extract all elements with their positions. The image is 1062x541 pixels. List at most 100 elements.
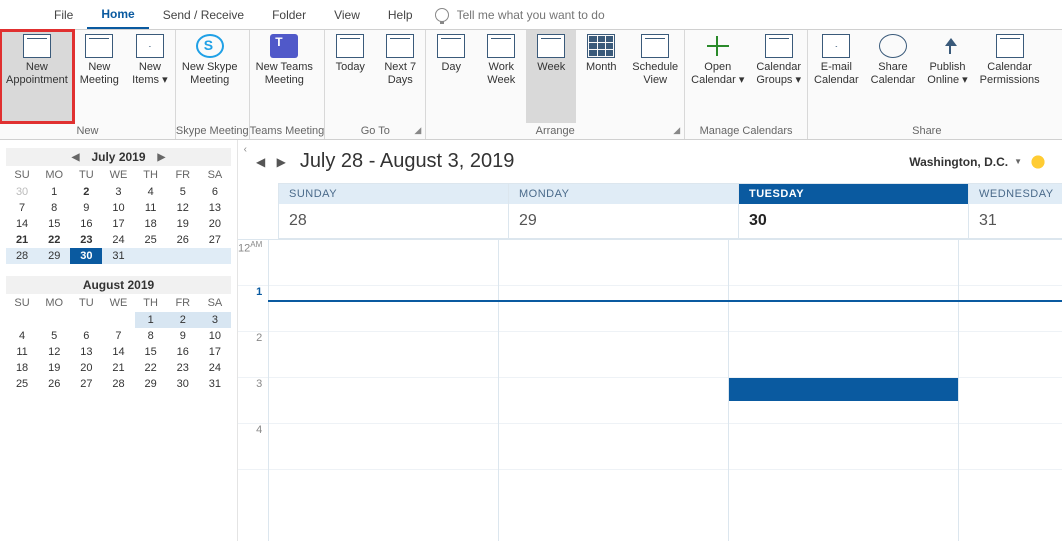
mini-day[interactable]: 17 (102, 216, 134, 232)
schedule-view-button[interactable]: Schedule View (626, 30, 684, 123)
mini-day[interactable]: 7 (6, 200, 38, 216)
tab-file[interactable]: File (40, 2, 87, 28)
mini-day[interactable]: 30 (70, 248, 102, 264)
mini-day[interactable]: 12 (38, 344, 70, 360)
tab-view[interactable]: View (320, 2, 374, 28)
prev-month[interactable]: ◀ (66, 152, 86, 163)
goto-launcher[interactable]: ◢ (414, 125, 421, 136)
mini-day[interactable]: 26 (38, 376, 70, 392)
tab-folder[interactable]: Folder (258, 2, 320, 28)
mini-day[interactable]: 28 (102, 376, 134, 392)
mini-day[interactable]: 1 (38, 184, 70, 200)
time-slot[interactable] (499, 332, 728, 378)
time-slot[interactable] (499, 240, 728, 286)
mini-day[interactable]: 20 (70, 360, 102, 376)
time-slot[interactable] (959, 332, 1062, 378)
mini-day[interactable]: 5 (38, 328, 70, 344)
mini-day[interactable]: 25 (135, 232, 167, 248)
time-slot[interactable] (959, 378, 1062, 424)
mini-day[interactable]: 23 (167, 360, 199, 376)
mini-day[interactable]: 4 (6, 328, 38, 344)
time-slot[interactable] (959, 240, 1062, 286)
mini-day[interactable]: 23 (70, 232, 102, 248)
day-column[interactable] (268, 240, 498, 541)
day-header[interactable]: MONDAY29 (508, 183, 738, 239)
mini-day[interactable]: 5 (167, 184, 199, 200)
mini-day[interactable]: 21 (6, 232, 38, 248)
day-column[interactable] (728, 240, 958, 541)
time-slot[interactable] (959, 424, 1062, 470)
mini-day[interactable]: 22 (135, 360, 167, 376)
time-grid[interactable]: 12AM1234 (238, 239, 1062, 541)
time-slot[interactable] (729, 332, 958, 378)
mini-day[interactable] (135, 248, 167, 264)
next-week[interactable]: ▶ (273, 153, 290, 171)
calendar-permissions-button[interactable]: Calendar Permissions (974, 30, 1046, 123)
mini-day[interactable]: 19 (38, 360, 70, 376)
time-slot[interactable] (729, 378, 958, 424)
time-slot[interactable] (959, 286, 1062, 332)
mini-day[interactable]: 26 (167, 232, 199, 248)
email-calendar-button[interactable]: E-mail Calendar (808, 30, 865, 123)
mini-day[interactable]: 31 (102, 248, 134, 264)
mini-day[interactable]: 15 (135, 344, 167, 360)
time-slot[interactable] (729, 424, 958, 470)
time-slot[interactable] (269, 240, 498, 286)
mini-day[interactable]: 11 (135, 200, 167, 216)
new-meeting-button[interactable]: New Meeting (74, 30, 125, 123)
mini-day[interactable]: 29 (135, 376, 167, 392)
work-week-button[interactable]: Work Week (476, 30, 526, 123)
mini-day[interactable]: 10 (102, 200, 134, 216)
calendar-event[interactable] (729, 378, 958, 401)
new-skype-meeting-button[interactable]: New Skype Meeting (176, 30, 244, 123)
new-teams-meeting-button[interactable]: New Teams Meeting (250, 30, 319, 123)
time-slot[interactable] (269, 286, 498, 332)
mini-day[interactable] (199, 248, 231, 264)
mini-day[interactable]: 6 (199, 184, 231, 200)
time-slot[interactable] (269, 378, 498, 424)
new-appointment-button[interactable]: New Appointment (0, 30, 74, 123)
mini-day[interactable]: 22 (38, 232, 70, 248)
mini-day[interactable]: 30 (6, 184, 38, 200)
collapse-nav[interactable]: ‹ (244, 144, 247, 155)
mini-day[interactable]: 27 (199, 232, 231, 248)
day-header[interactable]: WEDNESDAY31 (968, 183, 1062, 239)
location-dropdown-icon[interactable]: ▼ (1014, 157, 1022, 166)
mini-day[interactable]: 2 (70, 184, 102, 200)
mini-day[interactable]: 18 (6, 360, 38, 376)
time-slot[interactable] (729, 240, 958, 286)
month-view-button[interactable]: Month (576, 30, 626, 123)
mini-day[interactable]: 8 (38, 200, 70, 216)
week-view-button[interactable]: Week (526, 30, 576, 123)
mini-day[interactable]: 29 (38, 248, 70, 264)
mini-day[interactable] (6, 312, 38, 328)
mini-day[interactable]: 9 (70, 200, 102, 216)
mini-day[interactable]: 7 (102, 328, 134, 344)
mini-day[interactable]: 11 (6, 344, 38, 360)
mini-day[interactable]: 16 (70, 216, 102, 232)
mini-day[interactable]: 2 (167, 312, 199, 328)
mini-day[interactable]: 18 (135, 216, 167, 232)
mini-day[interactable]: 17 (199, 344, 231, 360)
time-slot[interactable] (499, 286, 728, 332)
tab-help[interactable]: Help (374, 2, 427, 28)
arrange-launcher[interactable]: ◢ (673, 125, 680, 136)
location-label[interactable]: Washington, D.C. (909, 155, 1008, 169)
mini-day[interactable]: 30 (167, 376, 199, 392)
mini-day[interactable]: 8 (135, 328, 167, 344)
mini-day[interactable]: 16 (167, 344, 199, 360)
new-items-button[interactable]: New Items ▾ (125, 30, 175, 123)
mini-day[interactable]: 10 (199, 328, 231, 344)
mini-day[interactable]: 21 (102, 360, 134, 376)
mini-day[interactable]: 13 (70, 344, 102, 360)
mini-day[interactable]: 31 (199, 376, 231, 392)
mini-day[interactable]: 24 (199, 360, 231, 376)
mini-day[interactable]: 1 (135, 312, 167, 328)
time-slot[interactable] (269, 424, 498, 470)
mini-day[interactable] (167, 248, 199, 264)
day-header[interactable]: TUESDAY30 (738, 183, 968, 239)
next-month[interactable]: ▶ (152, 152, 172, 163)
mini-day[interactable]: 27 (70, 376, 102, 392)
mini-day[interactable]: 3 (102, 184, 134, 200)
mini-day[interactable]: 24 (102, 232, 134, 248)
